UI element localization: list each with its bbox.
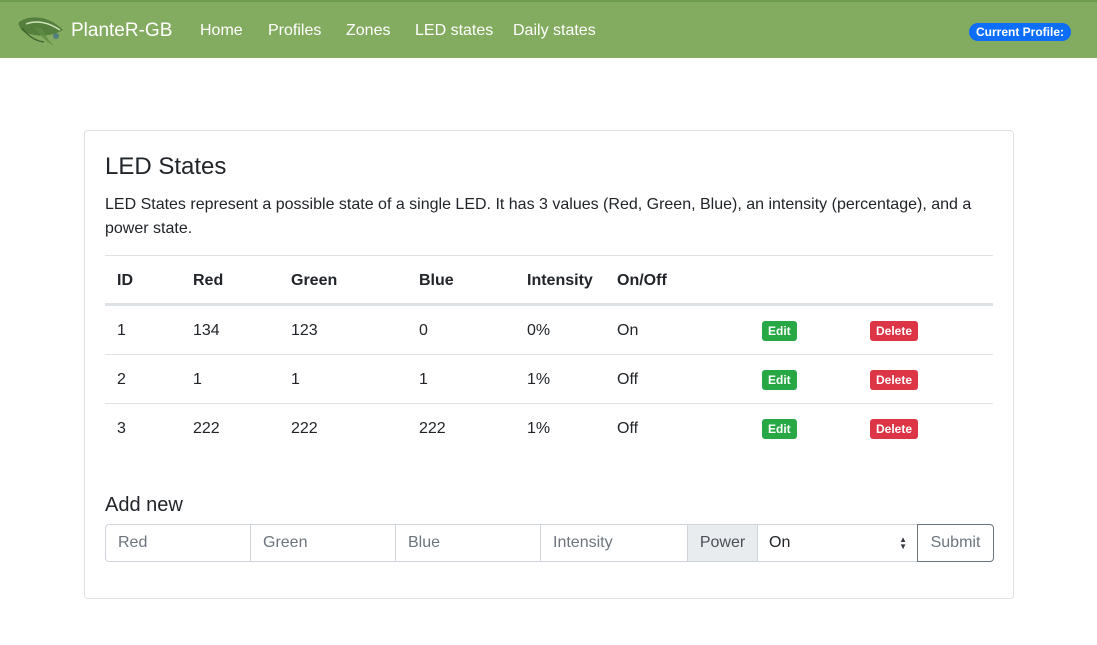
navbar: PlanteR-GB Home Profiles Zones LED state… — [0, 0, 1097, 58]
nav-led-states[interactable]: LED states — [415, 22, 493, 40]
brand-name: PlanteR-GB — [71, 20, 173, 41]
cell-blue: 1 — [419, 371, 428, 388]
cell-on-off: Off — [617, 371, 639, 388]
cell-blue: 222 — [419, 420, 446, 437]
page-description: LED States represent a possible state of… — [105, 196, 972, 237]
nav-profiles[interactable]: Profiles — [268, 22, 321, 40]
cell-blue: 0 — [419, 322, 428, 339]
delete-button[interactable]: Delete — [870, 419, 919, 439]
header-red: Red — [193, 272, 224, 289]
delete-button[interactable]: Delete — [870, 321, 919, 341]
table-row: 1 134 123 0 0% On Edit Delete — [105, 305, 993, 354]
cell-on-off: Off — [617, 420, 639, 437]
page-title: LED States — [105, 153, 227, 180]
cell-id: 2 — [117, 371, 126, 388]
intensity-input[interactable] — [540, 524, 688, 562]
submit-button[interactable]: Submit — [917, 524, 994, 562]
add-new-title: Add new — [105, 494, 183, 516]
cell-intensity: 0% — [527, 322, 551, 339]
edit-button[interactable]: Edit — [762, 370, 797, 390]
nav-home[interactable]: Home — [200, 22, 243, 40]
table-row: 3 222 222 222 1% Off Edit Delete — [105, 403, 993, 452]
cell-on-off: On — [617, 322, 639, 339]
green-input[interactable] — [250, 524, 396, 562]
table-header-row: ID Red Green Blue Intensity On/Off — [105, 255, 993, 305]
blue-input[interactable] — [395, 524, 541, 562]
cell-intensity: 1% — [527, 420, 551, 437]
power-label: Power — [687, 524, 758, 562]
cell-green: 222 — [291, 420, 318, 437]
power-select[interactable]: On ▲ ▼ — [757, 524, 918, 562]
current-profile-badge: Current Profile: — [969, 23, 1072, 41]
cell-red: 222 — [193, 420, 220, 437]
header-intensity: Intensity — [527, 272, 593, 289]
header-green: Green — [291, 272, 338, 289]
leaf-logo-icon — [18, 17, 63, 46]
cell-intensity: 1% — [527, 371, 551, 388]
table-row: 2 1 1 1 1% Off Edit Delete — [105, 354, 993, 403]
select-arrows-icon: ▲ ▼ — [899, 535, 907, 552]
nav-daily-states[interactable]: Daily states — [513, 22, 596, 40]
cell-green: 1 — [291, 371, 300, 388]
led-states-card: LED States LED States represent a possib… — [84, 130, 1014, 599]
cell-red: 134 — [193, 322, 220, 339]
cell-id: 1 — [117, 322, 126, 339]
header-id: ID — [117, 272, 133, 289]
header-blue: Blue — [419, 272, 454, 289]
cell-red: 1 — [193, 371, 202, 388]
red-input[interactable] — [105, 524, 251, 562]
header-on-off: On/Off — [617, 272, 667, 289]
nav-zones[interactable]: Zones — [346, 22, 390, 40]
power-select-value: On — [769, 534, 791, 551]
delete-button[interactable]: Delete — [870, 370, 919, 390]
edit-button[interactable]: Edit — [762, 321, 797, 341]
add-new-form: Power On ▲▼ Submit — [105, 524, 994, 562]
cell-id: 3 — [117, 420, 126, 437]
brand[interactable]: PlanteR-GB — [16, 14, 172, 48]
edit-button[interactable]: Edit — [762, 419, 797, 439]
cell-green: 123 — [291, 322, 318, 339]
